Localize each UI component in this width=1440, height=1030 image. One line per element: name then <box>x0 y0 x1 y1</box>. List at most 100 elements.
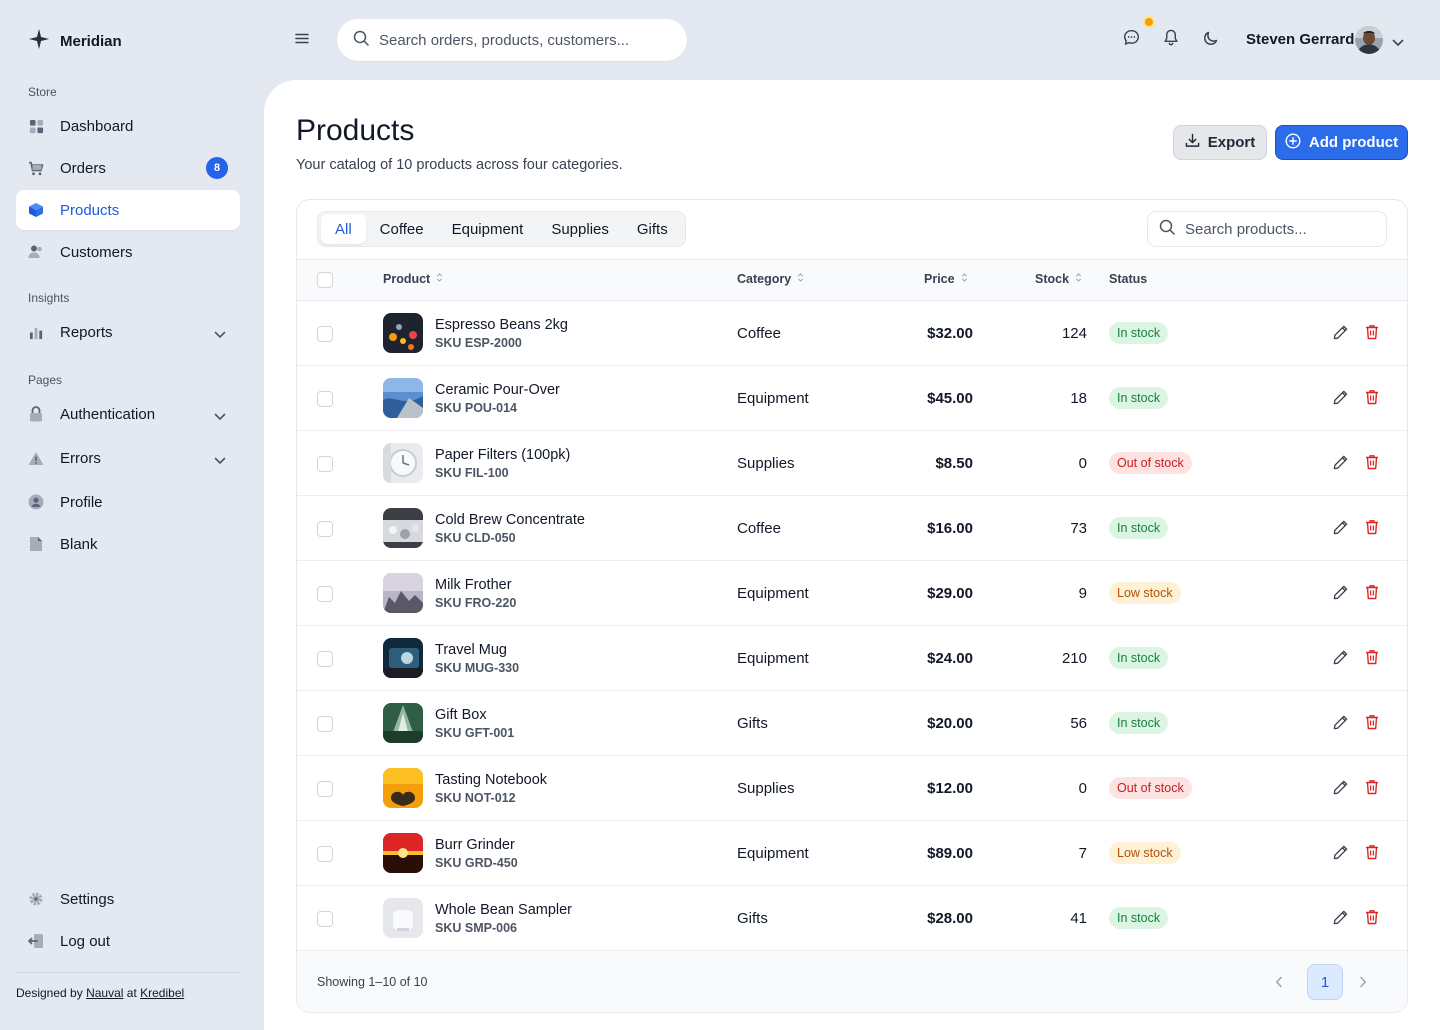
sidebar-item-logout[interactable]: Log out <box>16 921 240 961</box>
table-row[interactable]: Gift Box SKU GFT-001 Gifts $20.00 56 In stock <box>297 691 1407 756</box>
table-row[interactable]: Paper Filters (100pk) SKU FIL-100 Supplies… <box>297 431 1407 496</box>
sidebar-item-products[interactable]: Products <box>16 190 240 230</box>
delete-button[interactable] <box>1365 584 1381 602</box>
product-name[interactable]: Milk Frother <box>435 577 512 593</box>
global-search-input[interactable] <box>379 31 669 49</box>
edit-button[interactable] <box>1332 844 1350 862</box>
product-stock: 56 <box>1070 715 1087 732</box>
company-link[interactable]: Kredibel <box>140 986 184 1000</box>
edit-button[interactable] <box>1332 324 1350 342</box>
sidebar-item-dashboard[interactable]: Dashboard <box>16 106 240 146</box>
row-checkbox[interactable] <box>317 586 333 602</box>
delete-button[interactable] <box>1365 649 1381 667</box>
table-row[interactable]: Tasting Notebook SKU NOT-012 Supplies $12.0… <box>297 756 1407 821</box>
messages-button[interactable] <box>1121 29 1141 50</box>
product-price: $8.50 <box>935 455 973 472</box>
column-header-price[interactable]: Price <box>924 272 968 286</box>
sidebar-item-customers[interactable]: Customers <box>16 232 240 272</box>
edit-button[interactable] <box>1332 389 1350 407</box>
chevron-down-icon <box>214 452 226 470</box>
avatar[interactable] <box>1355 26 1383 54</box>
tab-gifts[interactable]: Gifts <box>623 214 682 244</box>
table-row[interactable]: Whole Bean Sampler SKU SMP-006 Gifts $28.00… <box>297 886 1407 951</box>
column-header-product[interactable]: Product <box>383 272 443 286</box>
sidebar-item-profile[interactable]: Profile <box>16 482 240 522</box>
column-header-category[interactable]: Category <box>737 272 804 286</box>
delete-button[interactable] <box>1365 714 1381 732</box>
edit-button[interactable] <box>1332 714 1350 732</box>
export-button[interactable]: Export <box>1173 125 1267 160</box>
table-row[interactable]: Travel Mug SKU MUG-330 Equipment $24.00 210 I… <box>297 626 1407 691</box>
product-search-input[interactable] <box>1185 220 1375 238</box>
grid-icon <box>28 118 44 134</box>
brand[interactable]: Meridian <box>28 28 122 55</box>
table-row[interactable]: Ceramic Pour-Over SKU POU-014 Equipment $45… <box>297 366 1407 431</box>
row-checkbox[interactable] <box>317 911 333 927</box>
table-row[interactable]: Espresso Beans 2kg SKU ESP-2000 Coffee $32.… <box>297 301 1407 366</box>
bar-chart-icon <box>28 324 44 340</box>
delete-button[interactable] <box>1365 519 1381 537</box>
row-checkbox[interactable] <box>317 716 333 732</box>
page-number-button[interactable]: 1 <box>1307 964 1343 1000</box>
hamburger-menu-button[interactable] <box>292 30 312 50</box>
delete-button[interactable] <box>1365 909 1381 927</box>
product-name[interactable]: Espresso Beans 2kg <box>435 317 568 333</box>
sidebar-item-settings[interactable]: Settings <box>16 879 240 919</box>
sidebar-item-authentication[interactable]: Authentication <box>16 394 240 434</box>
select-all-checkbox[interactable] <box>317 272 333 288</box>
sidebar-divider <box>16 972 240 973</box>
column-header-stock[interactable]: Stock <box>1035 272 1082 286</box>
delete-button[interactable] <box>1365 844 1381 862</box>
row-checkbox[interactable] <box>317 651 333 667</box>
delete-button[interactable] <box>1365 454 1381 472</box>
pencil-icon <box>1332 650 1349 670</box>
product-name[interactable]: Paper Filters (100pk) <box>435 447 570 463</box>
chevron-left-icon <box>1275 975 1283 992</box>
row-checkbox[interactable] <box>317 521 333 537</box>
product-name[interactable]: Tasting Notebook <box>435 772 547 788</box>
product-name[interactable]: Whole Bean Sampler <box>435 902 572 918</box>
tab-supplies[interactable]: Supplies <box>537 214 623 244</box>
edit-button[interactable] <box>1332 909 1350 927</box>
table-row[interactable]: Burr Grinder SKU GRD-450 Equipment $89.00 7 L… <box>297 821 1407 886</box>
edit-button[interactable] <box>1332 779 1350 797</box>
tab-all[interactable]: All <box>321 214 366 244</box>
user-menu-chevron[interactable] <box>1392 34 1404 52</box>
sidebar-item-errors[interactable]: Errors <box>16 438 240 478</box>
product-name[interactable]: Cold Brew Concentrate <box>435 512 585 528</box>
edit-button[interactable] <box>1332 584 1350 602</box>
delete-button[interactable] <box>1365 779 1381 797</box>
row-checkbox[interactable] <box>317 456 333 472</box>
tab-coffee[interactable]: Coffee <box>366 214 438 244</box>
edit-button[interactable] <box>1332 454 1350 472</box>
notifications-button[interactable] <box>1161 29 1181 50</box>
row-checkbox[interactable] <box>317 391 333 407</box>
sparkle-logo-icon <box>28 28 50 55</box>
table-row[interactable]: Milk Frother SKU FRO-220 Equipment $29.00 9 L… <box>297 561 1407 626</box>
add-product-button[interactable]: Add product <box>1275 125 1408 160</box>
user-name[interactable]: Steven Gerrard <box>1246 31 1354 48</box>
edit-button[interactable] <box>1332 649 1350 667</box>
delete-button[interactable] <box>1365 324 1381 342</box>
sidebar-item-blank[interactable]: Blank <box>16 524 240 564</box>
next-page-button[interactable] <box>1359 975 1367 993</box>
theme-toggle-button[interactable] <box>1201 30 1221 50</box>
edit-button[interactable] <box>1332 519 1350 537</box>
delete-button[interactable] <box>1365 389 1381 407</box>
table-row[interactable]: Cold Brew Concentrate SKU CLD-050 Coffee $1… <box>297 496 1407 561</box>
previous-page-button[interactable] <box>1275 975 1283 993</box>
row-checkbox[interactable] <box>317 326 333 342</box>
sidebar-item-reports[interactable]: Reports <box>16 312 240 352</box>
product-name[interactable]: Ceramic Pour-Over <box>435 382 560 398</box>
trash-icon <box>1365 455 1379 474</box>
row-checkbox[interactable] <box>317 781 333 797</box>
sidebar-item-label: Authentication <box>60 405 156 423</box>
author-link[interactable]: Nauval <box>86 986 123 1000</box>
row-checkbox[interactable] <box>317 846 333 862</box>
sidebar-item-orders[interactable]: Orders 8 <box>16 148 240 188</box>
product-name[interactable]: Burr Grinder <box>435 837 515 853</box>
tab-equipment[interactable]: Equipment <box>438 214 538 244</box>
product-name[interactable]: Gift Box <box>435 707 487 723</box>
status-badge: In stock <box>1109 712 1169 734</box>
product-name[interactable]: Travel Mug <box>435 642 507 658</box>
